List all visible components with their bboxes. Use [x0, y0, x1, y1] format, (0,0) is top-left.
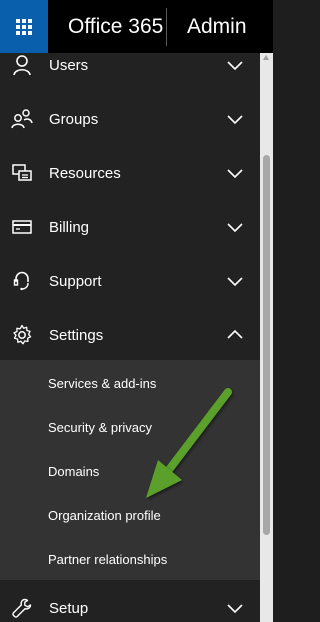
chevron-down-icon	[227, 223, 243, 233]
resources-icon	[10, 161, 34, 185]
chevron-down-icon	[227, 61, 243, 71]
nav-item-label: Setup	[49, 599, 89, 617]
nav-item-label: Support	[49, 272, 102, 290]
nav-item-support[interactable]: Support	[0, 254, 260, 308]
app-launcher-button[interactable]	[0, 0, 48, 53]
app-title[interactable]: Office 365	[48, 0, 166, 53]
chevron-down-icon	[227, 277, 243, 287]
chevron-down-icon	[227, 115, 243, 125]
section-title[interactable]: Admin	[167, 0, 247, 53]
nav-item-label: Resources	[49, 164, 121, 182]
gear-icon	[10, 323, 34, 347]
support-headset-icon	[10, 269, 34, 293]
user-icon	[10, 53, 34, 77]
nav-item-resources[interactable]: Resources	[0, 146, 260, 200]
nav-item-setup[interactable]: Setup	[0, 581, 260, 622]
nav-item-users[interactable]: Users	[0, 53, 260, 92]
annotation-arrow-icon	[146, 388, 232, 498]
nav-item-settings[interactable]: Settings	[0, 308, 260, 362]
nav-item-label: Settings	[49, 326, 104, 344]
submenu-item-domains[interactable]: Domains	[48, 464, 99, 479]
scroll-up-arrow-icon[interactable]	[263, 55, 269, 60]
nav-item-groups[interactable]: Groups	[0, 92, 260, 146]
chevron-down-icon	[227, 169, 243, 179]
groups-icon	[10, 107, 34, 131]
nav-item-label: Groups	[49, 110, 99, 128]
submenu-item-organization-profile[interactable]: Organization profile	[48, 508, 161, 523]
left-navigation: Users Groups Resources Billing Support S…	[0, 53, 260, 622]
top-bar: Office 365 Admin	[0, 0, 273, 53]
billing-icon	[10, 215, 34, 239]
chevron-down-icon	[227, 604, 243, 614]
wrench-icon	[10, 596, 34, 620]
waffle-icon	[16, 18, 32, 35]
nav-item-billing[interactable]: Billing	[0, 200, 260, 254]
nav-item-label: Users	[49, 56, 89, 74]
chevron-up-icon	[227, 329, 243, 339]
submenu-item-partner-relationships[interactable]: Partner relationships	[48, 552, 167, 567]
scrollbar-thumb[interactable]	[263, 155, 270, 535]
nav-item-label: Billing	[49, 218, 90, 236]
